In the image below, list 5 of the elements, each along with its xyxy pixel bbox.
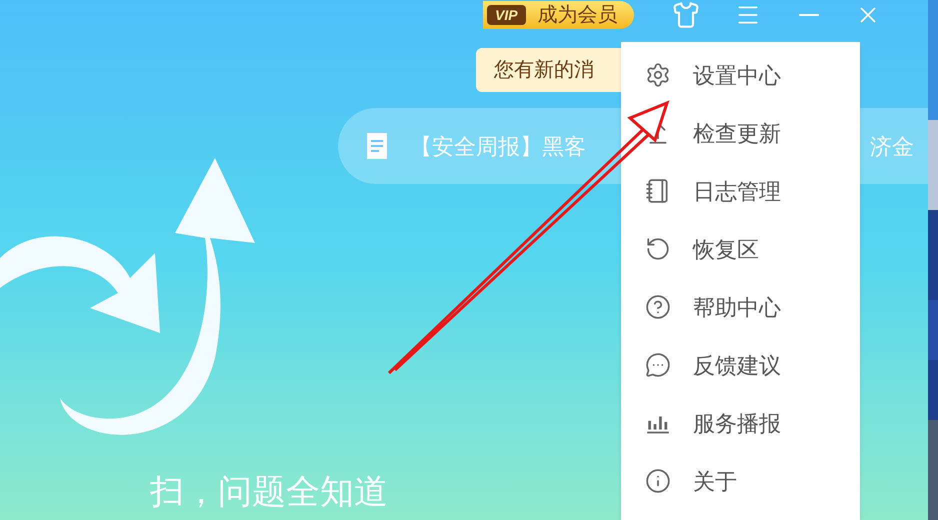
vip-badge: VIP bbox=[487, 5, 526, 25]
member-label: 成为会员 bbox=[538, 3, 618, 28]
slogan: 扫，问题全知道 bbox=[150, 473, 388, 511]
news-headline: 【安全周报】黑客 bbox=[410, 132, 586, 160]
news-tail: 济金 bbox=[870, 132, 914, 160]
